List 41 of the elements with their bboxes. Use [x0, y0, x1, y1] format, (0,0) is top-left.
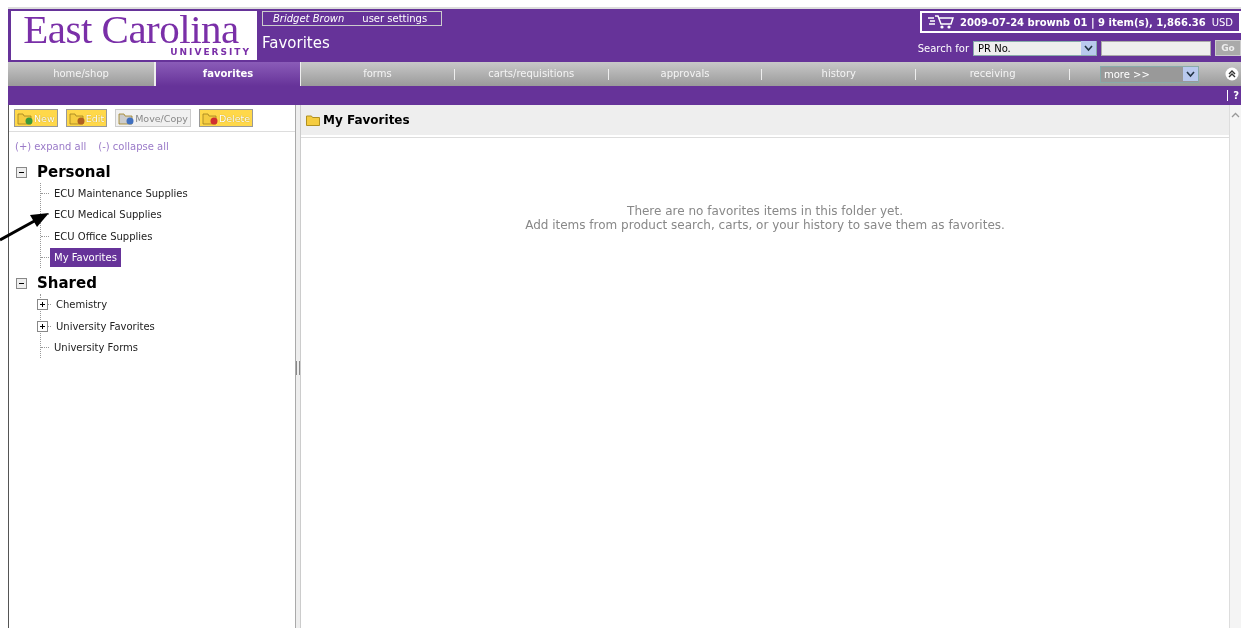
empty-message: There are no favorites items in this folder yet.: [627, 204, 903, 218]
search-scope-select[interactable]: PR No.: [973, 40, 1097, 56]
folder-icon: [68, 111, 85, 125]
folder-icon: [306, 114, 320, 126]
tree-item[interactable]: My Favorites: [50, 248, 121, 268]
folder-icon: [118, 111, 135, 125]
cart-summary[interactable]: 2009-07-24 brownb 01 | 9 item(s), 1,866.36 USD: [920, 11, 1241, 33]
search-label: Search for: [917, 42, 969, 54]
folder-title: My Favorites: [323, 113, 410, 127]
user-settings-link[interactable]: user settings: [362, 13, 428, 24]
page-title: Favorites: [262, 34, 331, 52]
tree-toggle-link[interactable]: (+) expand all: [15, 141, 87, 152]
tree-item[interactable]: ECU Medical Supplies: [54, 206, 166, 224]
tree-group-label[interactable]: Shared: [37, 274, 97, 293]
tree-item[interactable]: Chemistry: [56, 296, 112, 314]
tree-item[interactable]: ECU Office Supplies: [54, 227, 157, 245]
user-name: Bridget Brown: [273, 13, 345, 24]
dropdown-caret-icon: [1183, 67, 1198, 81]
annotation-arrow: [0, 210, 52, 242]
expand-toggle-icon[interactable]: [37, 320, 48, 332]
tree-item[interactable]: ECU Maintenance Supplies: [54, 185, 192, 203]
tree-item[interactable]: University Forms: [54, 338, 143, 356]
tree-toggle-link[interactable]: (-) collapse all: [98, 141, 169, 152]
collapse-icon[interactable]: [1225, 67, 1239, 81]
scrollbar[interactable]: [1229, 105, 1241, 628]
help-link[interactable]: ?: [1227, 90, 1241, 101]
collapse-toggle-icon[interactable]: [16, 166, 27, 178]
folder-icon: [201, 111, 218, 125]
collapse-toggle-icon[interactable]: [16, 277, 27, 289]
empty-message: Add items from product search, carts, or your history to save them as favorites.: [525, 218, 1005, 232]
search-field[interactable]: [1101, 40, 1211, 56]
folder-icon: [17, 111, 33, 125]
tree-group-label[interactable]: Personal: [37, 163, 111, 181]
university-logo: East Carolina UNIVERSITY: [11, 11, 257, 60]
dropdown-caret-icon: [1081, 41, 1096, 55]
expand-toggle-icon[interactable]: [37, 299, 48, 311]
tree-item[interactable]: University Favorites: [56, 317, 159, 335]
cart-icon: [928, 14, 955, 30]
scroll-up-icon[interactable]: [1231, 111, 1240, 120]
splitter-handle[interactable]: [296, 360, 300, 375]
nav-tab[interactable]: favorites: [156, 62, 301, 86]
